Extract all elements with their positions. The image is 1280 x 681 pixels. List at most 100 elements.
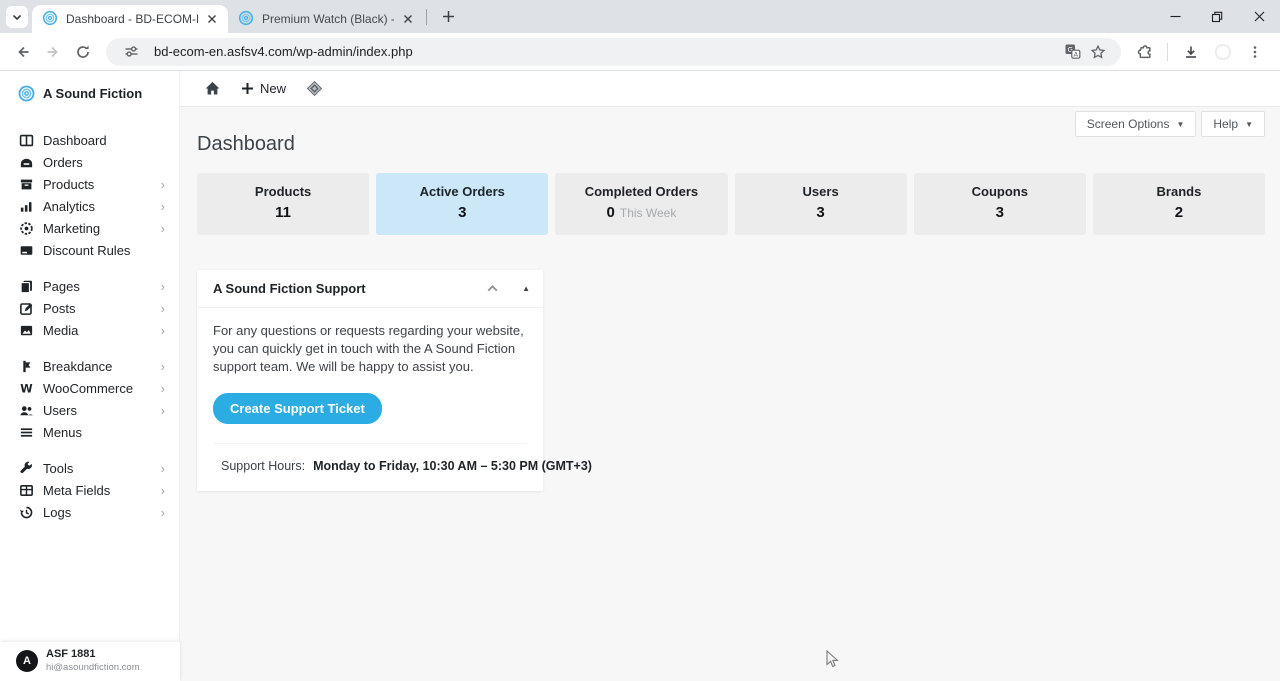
screen-options-button[interactable]: Screen Options ▼ <box>1075 111 1197 137</box>
sidebar-item-tools[interactable]: Tools › <box>0 457 179 479</box>
wp-admin-bar: New <box>180 71 1280 107</box>
brand-logo-icon <box>18 85 35 102</box>
move-panel-up-icon[interactable]: ▲ <box>522 284 530 293</box>
new-content-button[interactable]: New <box>241 81 286 96</box>
chevron-right-icon: › <box>161 178 165 191</box>
site-favicon-icon <box>238 10 254 29</box>
profile-avatar-icon[interactable] <box>1208 37 1238 67</box>
sidebar-item-pages[interactable]: Pages › <box>0 275 179 297</box>
nav-group-store: Dashboard Orders Products › Analytics › <box>0 129 179 261</box>
home-icon <box>204 80 221 97</box>
nav-group-site: Breakdance › W WooCommerce › Users › Men… <box>0 355 179 443</box>
tab-title: Dashboard - BD-ECOM-EN <box>66 12 198 26</box>
avatar: A <box>16 650 38 672</box>
products-icon <box>18 176 34 192</box>
sidebar-item-woocommerce[interactable]: W WooCommerce › <box>0 377 179 399</box>
window-restore-button[interactable] <box>1196 0 1238 33</box>
stat-card-coupons[interactable]: Coupons 3 <box>914 173 1086 235</box>
create-support-ticket-button[interactable]: Create Support Ticket <box>213 393 382 424</box>
browser-tab-dashboard[interactable]: Dashboard - BD-ECOM-EN <box>32 5 228 33</box>
sidebar-item-posts[interactable]: Posts › <box>0 297 179 319</box>
site-settings-icon[interactable] <box>118 39 144 65</box>
sidebar-item-marketing[interactable]: Marketing › <box>0 217 179 239</box>
sidebar-item-breakdance[interactable]: Breakdance › <box>0 355 179 377</box>
sidebar-item-orders[interactable]: Orders <box>0 151 179 173</box>
sidebar-item-analytics[interactable]: Analytics › <box>0 195 179 217</box>
sidebar-item-discount-rules[interactable]: Discount Rules <box>0 239 179 261</box>
support-hours-value: Monday to Friday, 10:30 AM – 5:30 PM (GM… <box>313 459 592 473</box>
forward-button[interactable] <box>38 37 68 67</box>
sidebar-item-products[interactable]: Products › <box>0 173 179 195</box>
close-icon[interactable] <box>400 11 416 27</box>
toolbar-divider <box>1167 43 1168 61</box>
collapse-panel-button[interactable] <box>485 281 500 296</box>
breakdance-icon <box>18 358 34 374</box>
stat-card-users[interactable]: Users 3 <box>735 173 907 235</box>
visit-site-button[interactable] <box>204 80 221 97</box>
tab-title: Premium Watch (Black) - BD-EC <box>262 12 394 26</box>
chevron-right-icon: › <box>161 302 165 315</box>
help-button[interactable]: Help ▼ <box>1201 111 1265 137</box>
sidebar-item-users[interactable]: Users › <box>0 399 179 421</box>
brand[interactable]: A Sound Fiction <box>0 83 179 103</box>
sidebar-nav: Dashboard Orders Products › Analytics › <box>0 129 179 523</box>
svg-text:A: A <box>1073 51 1078 59</box>
browser-menu-icon[interactable] <box>1240 37 1270 67</box>
wp-admin-app: A Sound Fiction Dashboard Orders Product… <box>0 71 1280 681</box>
stat-card-active-orders[interactable]: Active Orders 3 <box>376 173 548 235</box>
logs-icon <box>18 504 34 520</box>
site-favicon-icon <box>42 10 58 29</box>
stat-card-brands[interactable]: Brands 2 <box>1093 173 1265 235</box>
new-tab-button[interactable] <box>435 3 461 29</box>
translate-icon[interactable]: GA <box>1059 39 1085 65</box>
svg-text:W: W <box>20 382 33 395</box>
bookmark-star-icon[interactable] <box>1085 39 1111 65</box>
back-button[interactable] <box>8 37 38 67</box>
media-icon <box>18 322 34 338</box>
chevron-down-icon <box>11 11 23 23</box>
support-panel: A Sound Fiction Support ▲ For any questi… <box>197 270 543 491</box>
users-icon <box>18 402 34 418</box>
orders-icon <box>18 154 34 170</box>
caret-down-icon: ▼ <box>1176 120 1184 129</box>
stats-cards-row: Products 11 Active Orders 3 Completed Or… <box>197 173 1265 235</box>
window-minimize-button[interactable] <box>1154 0 1196 33</box>
breakdance-adminbar-button[interactable] <box>306 80 323 97</box>
window-controls <box>1154 0 1280 33</box>
tab-search-button[interactable] <box>6 6 28 28</box>
browser-tab-premium-watch[interactable]: Premium Watch (Black) - BD-EC <box>228 5 424 33</box>
address-bar[interactable]: bd-ecom-en.asfsv4.com/wp-admin/index.php… <box>106 38 1121 66</box>
window-close-button[interactable] <box>1238 0 1280 33</box>
nav-group-content: Pages › Posts › Media › <box>0 275 179 341</box>
chevron-up-icon <box>485 281 500 296</box>
stat-card-completed-orders[interactable]: Completed Orders 0This Week <box>555 173 727 235</box>
support-panel-header[interactable]: A Sound Fiction Support ▲ <box>197 270 543 308</box>
sidebar: A Sound Fiction Dashboard Orders Product… <box>0 71 180 681</box>
dashboard-content: Screen Options ▼ Help ▼ Dashboard Produc… <box>180 107 1280 681</box>
sidebar-user-card[interactable]: A ASF 1881 hi@asoundfiction.com <box>0 642 180 681</box>
sidebar-item-menus[interactable]: Menus <box>0 421 179 443</box>
close-icon[interactable] <box>204 11 220 27</box>
url-text[interactable]: bd-ecom-en.asfsv4.com/wp-admin/index.php <box>154 44 1059 59</box>
stat-card-products[interactable]: Products 11 <box>197 173 369 235</box>
reload-button[interactable] <box>68 37 98 67</box>
chevron-right-icon: › <box>161 506 165 519</box>
sidebar-item-dashboard[interactable]: Dashboard <box>0 129 179 151</box>
toolbar-right-cluster <box>1129 37 1270 67</box>
breakdance-diamond-icon <box>306 80 323 97</box>
chevron-right-icon: › <box>161 462 165 475</box>
chevron-right-icon: › <box>161 200 165 213</box>
extensions-icon[interactable] <box>1129 37 1159 67</box>
chevron-right-icon: › <box>161 222 165 235</box>
discount-rules-icon <box>18 242 34 258</box>
sidebar-item-meta-fields[interactable]: Meta Fields › <box>0 479 179 501</box>
sidebar-item-media[interactable]: Media › <box>0 319 179 341</box>
stat-suffix: This Week <box>620 206 676 220</box>
browser-tab-strip: Dashboard - BD-ECOM-EN Premium Watch (Bl… <box>0 0 1280 33</box>
support-panel-body: For any questions or requests regarding … <box>197 308 543 491</box>
menus-icon <box>18 424 34 440</box>
downloads-icon[interactable] <box>1176 37 1206 67</box>
sidebar-item-logs[interactable]: Logs › <box>0 501 179 523</box>
user-email: hi@asoundfiction.com <box>46 662 140 674</box>
user-name: ASF 1881 <box>46 648 140 662</box>
